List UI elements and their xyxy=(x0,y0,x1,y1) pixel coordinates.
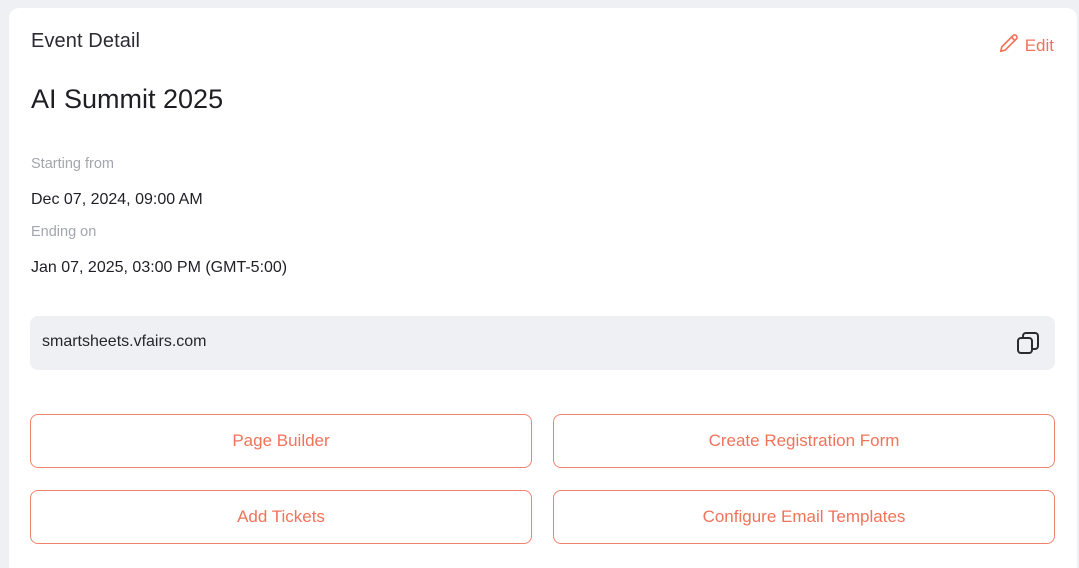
event-title: AI Summit 2025 xyxy=(31,84,224,114)
start-value: Dec 07, 2024, 09:00 AM xyxy=(31,191,203,208)
add-tickets-button[interactable]: Add Tickets xyxy=(30,490,532,544)
pencil-icon xyxy=(999,33,1019,58)
edit-button[interactable]: Edit xyxy=(999,33,1054,58)
end-value: Jan 07, 2025, 03:00 PM (GMT-5:00) xyxy=(31,259,288,276)
start-label: Starting from xyxy=(31,156,114,172)
edit-label: Edit xyxy=(1024,35,1054,55)
end-label: Ending on xyxy=(31,224,97,240)
section-title: Event Detail xyxy=(31,30,141,52)
event-detail-card: Event Detail Edit AI Summit 2025 Startin… xyxy=(9,8,1077,568)
page-builder-button[interactable]: Page Builder xyxy=(30,414,532,468)
copy-icon[interactable] xyxy=(1015,330,1041,356)
configure-email-templates-button[interactable]: Configure Email Templates xyxy=(553,490,1055,544)
event-url: smartsheets.vfairs.com xyxy=(42,333,207,350)
create-registration-form-button[interactable]: Create Registration Form xyxy=(553,414,1055,468)
event-url-box: smartsheets.vfairs.com xyxy=(30,316,1055,370)
